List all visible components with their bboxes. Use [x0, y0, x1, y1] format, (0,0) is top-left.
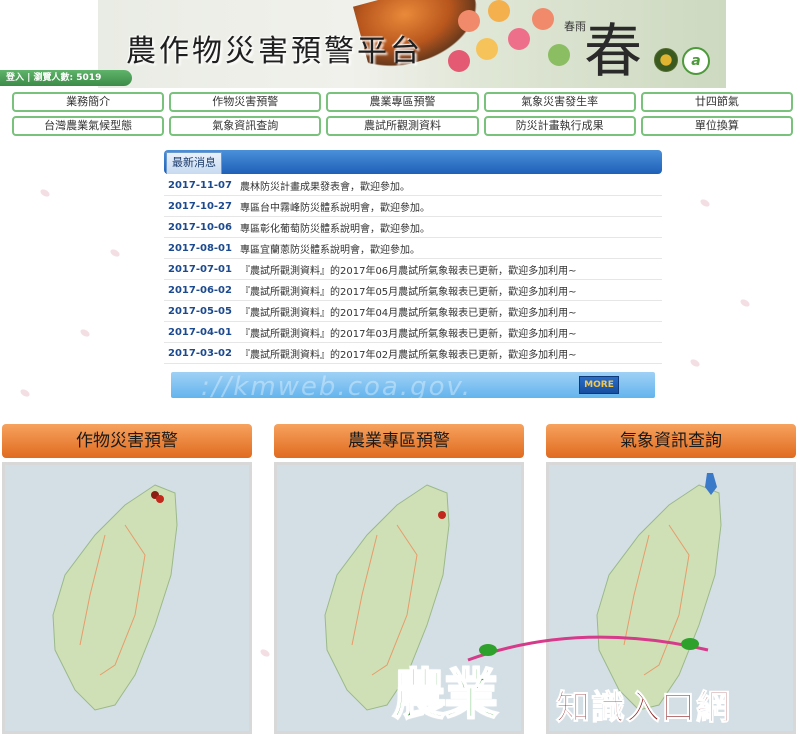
news-link[interactable]: 『農試所觀測資料』的2017年05月農試所氣象報表已更新，歡迎多加利用~: [240, 283, 577, 298]
card-zone-warning-title[interactable]: 農業專區預警: [274, 424, 524, 458]
flower-image: [428, 0, 598, 88]
list-item[interactable]: 2017-04-01 『農試所觀測資料』的2017年03月農試所氣象報表已更新，…: [164, 322, 662, 343]
list-item[interactable]: 2017-07-01 『農試所觀測資料』的2017年06月農試所氣象報表已更新，…: [164, 259, 662, 280]
site-title: 農作物災害預警平台: [126, 34, 423, 69]
list-item[interactable]: 2017-11-07 農林防災計畫成果發表會，歡迎參加。: [164, 175, 662, 196]
news-link[interactable]: 專區宜蘭蔥防災體系說明會，歡迎參加。: [240, 241, 420, 256]
news-date: 2017-08-01: [168, 242, 232, 254]
news-date: 2017-06-02: [168, 284, 232, 296]
nav-unit-conversion[interactable]: 單位換算: [640, 116, 793, 136]
header-banner: 農作物災害預警平台 春雨 春 a: [98, 0, 726, 88]
main-nav: 業務簡介 作物災害預警 農業專區預警 氣象災害發生率 廿四節氣 台灣農業氣候型態…: [12, 92, 796, 136]
news-link[interactable]: 農林防災計畫成果發表會，歡迎參加。: [240, 178, 410, 193]
spring-calligraphy: 春: [584, 17, 643, 85]
warning-marker[interactable]: [438, 511, 446, 519]
nav-plan-results[interactable]: 防災計畫執行成果: [483, 116, 636, 136]
nav-observation-data[interactable]: 農試所觀測資料: [326, 116, 479, 136]
news-list: 2017-11-07 農林防災計畫成果發表會，歡迎參加。 2017-10-27 …: [164, 175, 662, 364]
news-link[interactable]: 『農試所觀測資料』的2017年06月農試所氣象報表已更新，歡迎多加利用~: [240, 262, 577, 277]
list-item[interactable]: 2017-03-02 『農試所觀測資料』的2017年02月農試所氣象報表已更新，…: [164, 343, 662, 364]
leaf-arc-icon: [467, 635, 709, 662]
news-date: 2017-05-05: [168, 305, 232, 317]
news-date: 2017-07-01: [168, 263, 232, 275]
news-date: 2017-03-02: [168, 347, 232, 359]
list-item[interactable]: 2017-10-06 專區彰化葡萄防災體系說明會，歡迎參加。: [164, 217, 662, 238]
warning-marker[interactable]: [156, 495, 164, 503]
nav-weather-query[interactable]: 氣象資訊查詢: [169, 116, 322, 136]
news-link[interactable]: 專區台中霧峰防災體系說明會，歡迎參加。: [240, 199, 430, 214]
url-watermark: ://kmweb.coa.gov.: [201, 372, 473, 402]
crop-warning-map[interactable]: [2, 462, 252, 734]
more-button[interactable]: MORE: [579, 376, 619, 394]
card-weather-query-title[interactable]: 氣象資訊查詢: [546, 424, 796, 458]
news-link[interactable]: 『農試所觀測資料』的2017年03月農試所氣象報表已更新，歡迎多加利用~: [240, 325, 577, 340]
news-link[interactable]: 『農試所觀測資料』的2017年04月農試所氣象報表已更新，歡迎多加利用~: [240, 304, 577, 319]
brand-agriculture: 農業: [391, 662, 499, 727]
agency-seal-icon[interactable]: [654, 48, 678, 72]
list-item[interactable]: 2017-08-01 專區宜蘭蔥防災體系說明會，歡迎參加。: [164, 238, 662, 259]
nav-crop-warning[interactable]: 作物災害預警: [169, 92, 322, 112]
agriculture-logo-icon[interactable]: a: [682, 47, 710, 75]
knowledge-portal-logo[interactable]: 農業 知識入口網: [388, 630, 800, 736]
news-date: 2017-11-07: [168, 179, 232, 191]
login-visitor-bar[interactable]: 登入 | 瀏覽人數: 5019: [0, 70, 132, 86]
news-date: 2017-10-27: [168, 200, 232, 212]
brand-portal: 知識入口網: [556, 688, 731, 729]
tab-latest-news[interactable]: 最新消息: [166, 152, 222, 174]
nav-weather-disaster-rate[interactable]: 氣象災害發生率: [483, 92, 636, 112]
nav-solar-terms[interactable]: 廿四節氣: [640, 92, 793, 112]
list-item[interactable]: 2017-10-27 專區台中霧峰防災體系說明會，歡迎參加。: [164, 196, 662, 217]
list-item[interactable]: 2017-05-05 『農試所觀測資料』的2017年04月農試所氣象報表已更新，…: [164, 301, 662, 322]
nav-climate-type[interactable]: 台灣農業氣候型態: [12, 116, 165, 136]
news-date: 2017-04-01: [168, 326, 232, 338]
news-date: 2017-10-06: [168, 221, 232, 233]
news-link[interactable]: 『農試所觀測資料』的2017年02月農試所氣象報表已更新，歡迎多加利用~: [240, 346, 577, 361]
news-header: 最新消息: [164, 150, 662, 174]
nav-zone-warning[interactable]: 農業專區預警: [326, 92, 479, 112]
nav-business-intro[interactable]: 業務簡介: [12, 92, 165, 112]
card-crop-warning-title[interactable]: 作物災害預警: [2, 424, 252, 458]
list-item[interactable]: 2017-06-02 『農試所觀測資料』的2017年05月農試所氣象報表已更新，…: [164, 280, 662, 301]
news-link[interactable]: 專區彰化葡萄防災體系說明會，歡迎參加。: [240, 220, 430, 235]
news-footer-bar: ://kmweb.coa.gov. MORE: [171, 372, 655, 402]
